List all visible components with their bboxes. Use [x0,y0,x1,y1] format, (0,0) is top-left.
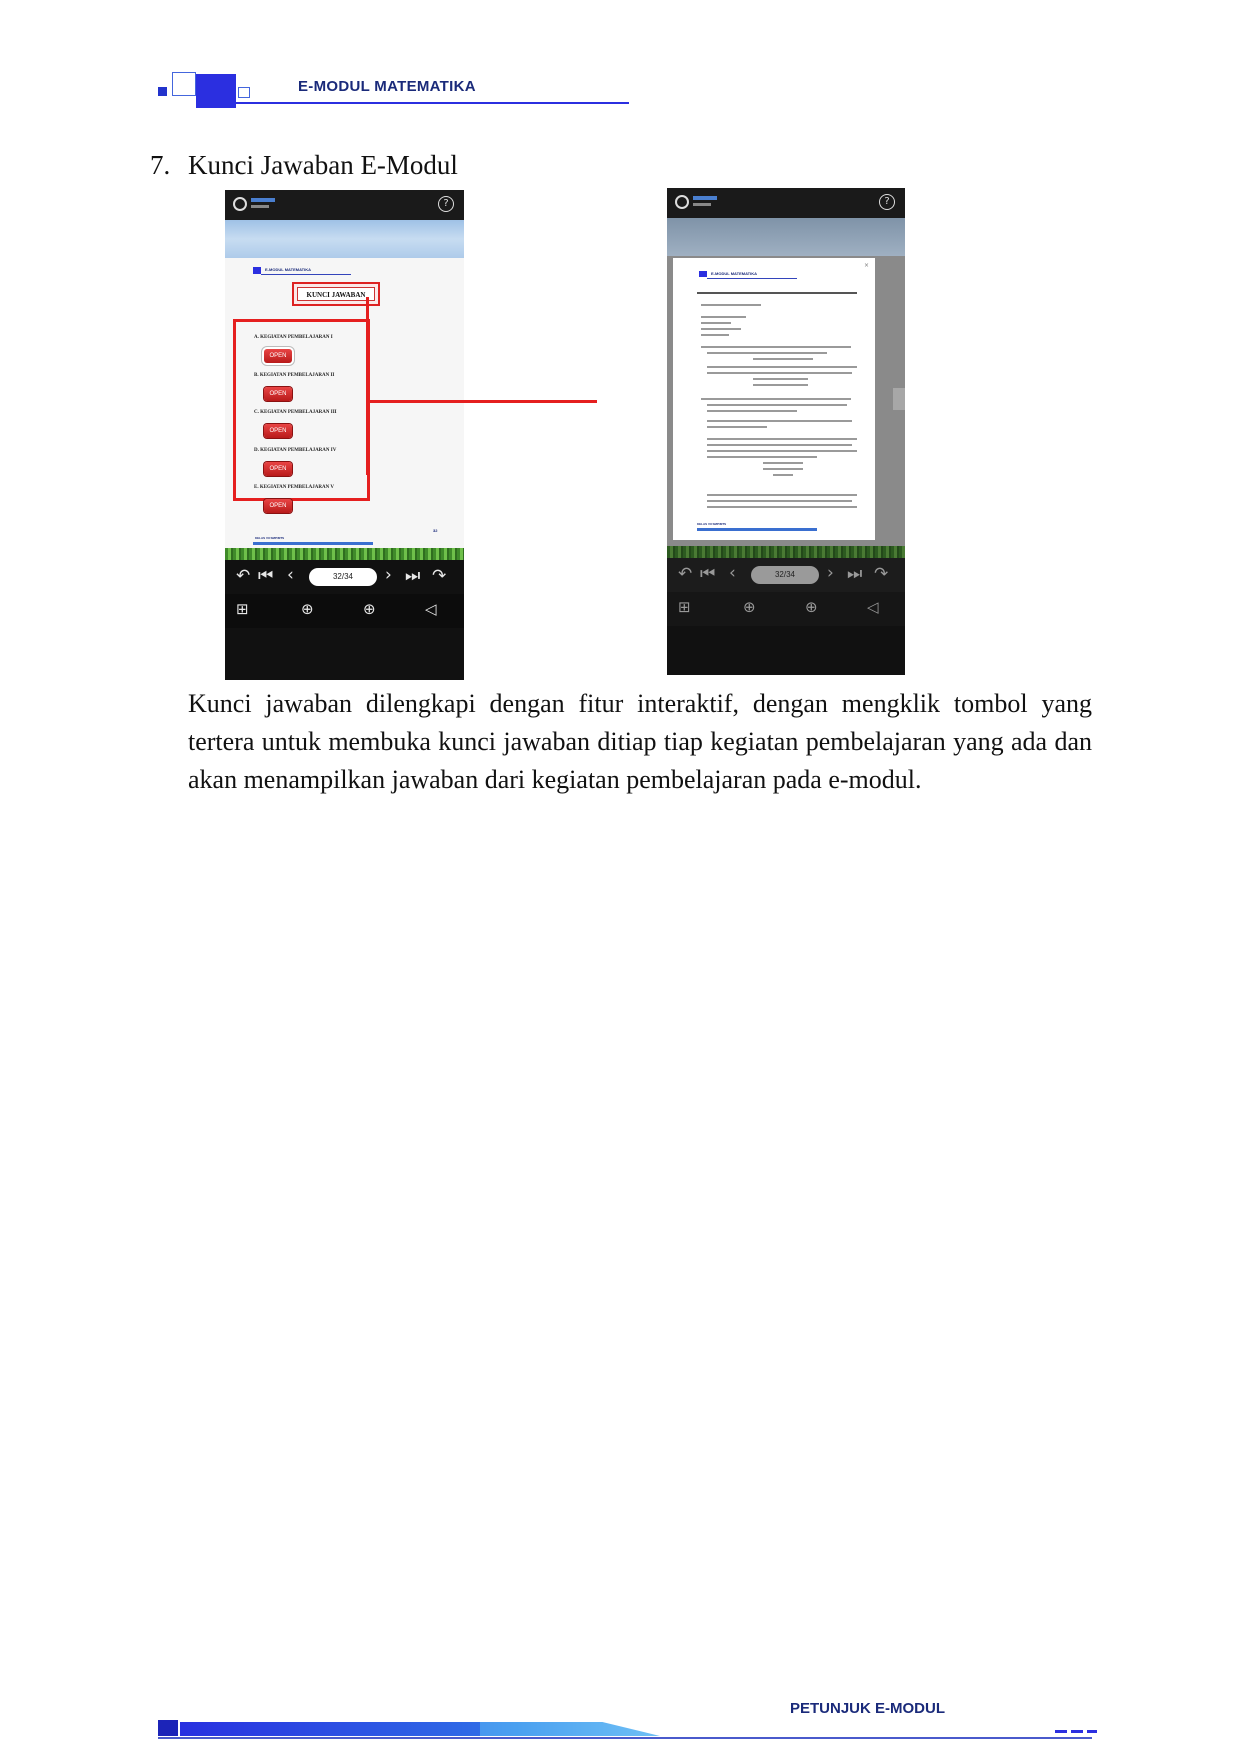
toolbar-bottom: ⊞ ⊕ ⊕ ◁ [225,594,464,628]
header-decor-square [172,72,196,96]
grid-icon[interactable]: ⊞ [678,598,691,616]
undo-icon[interactable]: ↶ [236,566,250,586]
question-circle-icon[interactable]: ? [438,196,454,212]
speaker-icon[interactable]: ◁ [425,600,437,618]
header-decor-square [158,87,167,96]
connector-line [366,297,369,475]
app-topbar: ? [225,190,464,220]
activity-label: D. KEGIATAN PEMBELAJARAN IV [254,448,337,453]
activity-label: C. KEGIATAN PEMBELAJARAN III [254,410,337,415]
zoom-in-icon[interactable]: ⊕ [805,598,818,616]
footer-decor-bar [180,1722,480,1736]
navigation-bar: ↶ ⏮ ‹ 32/34 › ⏭ ↷ [667,558,905,592]
screenshot-answer-popup: ? ↶ ⏮ ‹ 32/34 › ⏭ ↷ ⊞ ⊕ ⊕ ◁ × E-MODUL MA… [667,188,905,675]
app-topbar: ? [667,188,905,218]
undo-icon[interactable]: ↶ [678,564,692,584]
mini-header-title: E-MODUL MATEMATIKA [711,271,757,276]
section-number: 7. [150,150,171,180]
next-arrow-handle[interactable] [893,388,905,410]
open-button[interactable]: OPEN [264,424,292,438]
redo-icon[interactable]: ↷ [874,564,888,584]
last-page-icon[interactable]: ⏭ [405,566,420,586]
last-page-icon[interactable]: ⏭ [847,564,862,584]
speaker-icon[interactable]: ◁ [867,598,879,616]
header-title: E-MODUL MATEMATIKA [298,78,476,95]
grass-strip [667,546,905,558]
footer-rule [158,1737,1092,1739]
toolbar-bottom: ⊞ ⊕ ⊕ ◁ [667,592,905,626]
footer-decor-dash [1087,1730,1097,1733]
next-page-icon[interactable]: › [385,565,392,585]
prev-page-icon[interactable]: ‹ [287,565,294,585]
connector-line [369,400,597,403]
mini-header-title: E-MODUL MATEMATIKA [265,267,311,272]
navigation-bar: ↶ ⏮ ‹ 32/34 › ⏭ ↷ [225,560,464,594]
section-title: Kunci Jawaban E-Modul [188,150,458,180]
open-button[interactable]: OPEN [264,349,292,363]
sky-banner [667,218,905,256]
redo-icon[interactable]: ↷ [432,566,446,586]
sky-banner [225,220,464,258]
open-button[interactable]: OPEN [264,499,292,513]
page-footer-text: KELAS VII SMP/MTS [255,536,285,540]
screenshot-kunci-jawaban-menu: ? E-MODUL MATEMATIKA KUNCI JAWABAN A. KE… [225,190,464,680]
activity-label: A. KEGIATAN PEMBELAJARAN I [254,335,333,340]
open-button[interactable]: OPEN [264,462,292,476]
page-footer-text: KELAS VII SMP/MTS [697,522,727,526]
first-page-icon[interactable]: ⏮ [700,564,715,584]
next-page-icon[interactable]: › [827,563,834,583]
header-rule [236,102,629,104]
page-number: 32 [433,528,438,533]
ebook-page: E-MODUL MATEMATIKA KUNCI JAWABAN A. KEGI… [225,258,464,548]
footer-decor-dash [1071,1730,1083,1733]
header-decor-square [238,87,250,98]
grass-strip [225,548,464,560]
prev-page-icon[interactable]: ‹ [729,563,736,583]
activity-label: E. KEGIATAN PEMBELAJARAN V [254,485,335,490]
footer-decor-dash [1055,1730,1067,1733]
grid-icon[interactable]: ⊞ [236,600,249,618]
share-icon[interactable]: ⊕ [301,600,314,618]
zoom-in-icon[interactable]: ⊕ [363,600,376,618]
app-logo-icon [675,195,689,209]
page-indicator[interactable]: 32/34 [309,568,377,586]
header-decor-square [196,74,236,108]
share-icon[interactable]: ⊕ [743,598,756,616]
open-button[interactable]: OPEN [264,387,292,401]
footer-decor-bar [158,1720,178,1736]
first-page-icon[interactable]: ⏮ [258,566,273,586]
activity-label: B. KEGIATAN PEMBELAJARAN II [254,373,335,378]
answer-popup: × E-MODUL MATEMATIKA KELAS VII SMP/MTS [673,258,875,540]
close-icon[interactable]: × [864,262,869,269]
page-indicator[interactable]: 32/34 [751,566,819,584]
description-paragraph: Kunci jawaban dilengkapi dengan fitur in… [188,689,1092,794]
app-logo-icon [233,197,247,211]
question-circle-icon[interactable]: ? [879,194,895,210]
footer-title: PETUNJUK E-MODUL [790,1700,946,1717]
